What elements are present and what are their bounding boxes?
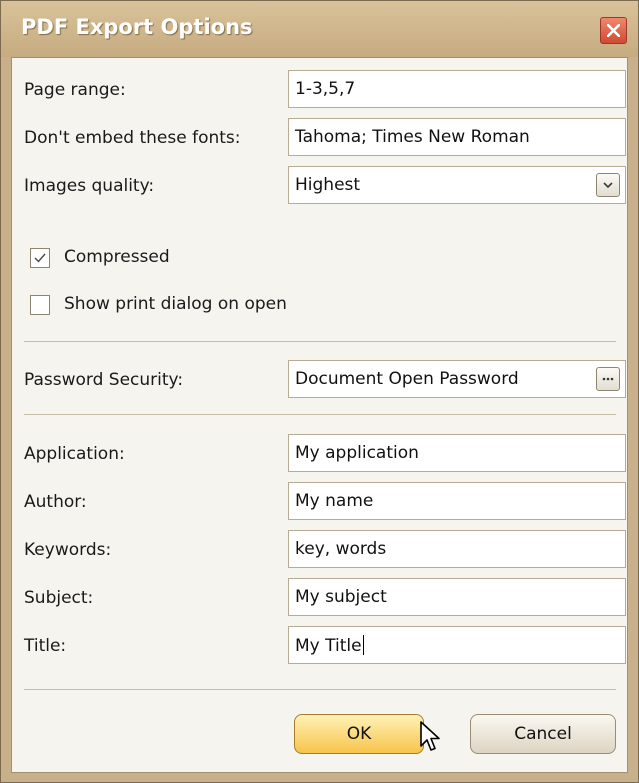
keywords-input[interactable]: key, words [288,530,626,568]
images-quality-dropdown-button[interactable] [596,173,620,197]
images-quality-value: Highest [295,175,361,195]
author-label: Author: [24,492,87,512]
page-range-input[interactable]: 1-3,5,7 [288,70,626,108]
password-security-label: Password Security: [24,370,184,390]
dialog-body: Page range: 1-3,5,7 Don't embed these fo… [11,57,628,773]
no-embed-fonts-label: Don't embed these fonts: [24,128,241,148]
show-print-dialog-label[interactable]: Show print dialog on open [64,294,287,314]
separator [24,414,616,415]
close-icon [607,24,620,37]
title-label: Title: [24,636,67,656]
author-value: My name [295,491,374,511]
separator [24,341,616,342]
compressed-label[interactable]: Compressed [64,247,170,267]
close-button[interactable] [600,17,627,44]
separator [24,689,616,690]
cancel-button[interactable]: Cancel [470,714,616,754]
password-security-value: Document Open Password [295,369,519,389]
subject-value: My subject [295,587,387,607]
keywords-label: Keywords: [24,540,112,560]
text-caret [362,635,364,655]
subject-input[interactable]: My subject [288,578,626,616]
show-print-dialog-checkbox[interactable] [30,295,50,315]
compressed-checkbox[interactable] [30,248,50,268]
ellipsis-icon [602,377,614,381]
images-quality-label: Images quality: [24,176,155,196]
application-input[interactable]: My application [288,434,626,472]
checkmark-icon [34,253,46,263]
no-embed-fonts-input[interactable]: Tahoma; Times New Roman [288,118,626,156]
title-bar[interactable]: PDF Export Options [1,1,638,57]
author-input[interactable]: My name [288,482,626,520]
password-security-browse-button[interactable] [596,367,620,391]
subject-label: Subject: [24,588,94,608]
mouse-pointer-icon [420,721,440,751]
application-value: My application [295,443,419,463]
password-security-field[interactable]: Document Open Password [288,360,626,398]
title-value: My Title [295,636,362,656]
page-range-value: 1-3,5,7 [295,79,356,99]
ok-button[interactable]: OK [294,714,424,754]
keywords-value: key, words [295,539,387,559]
page-range-label: Page range: [24,80,126,100]
chevron-down-icon [603,182,613,189]
pdf-export-options-dialog: PDF Export Options Page range: 1-3,5,7 D… [0,0,639,783]
images-quality-select[interactable]: Highest [288,166,626,204]
no-embed-fonts-value: Tahoma; Times New Roman [295,127,530,147]
title-input[interactable]: My Title [288,626,626,664]
application-label: Application: [24,444,125,464]
dialog-title: PDF Export Options [21,15,253,39]
